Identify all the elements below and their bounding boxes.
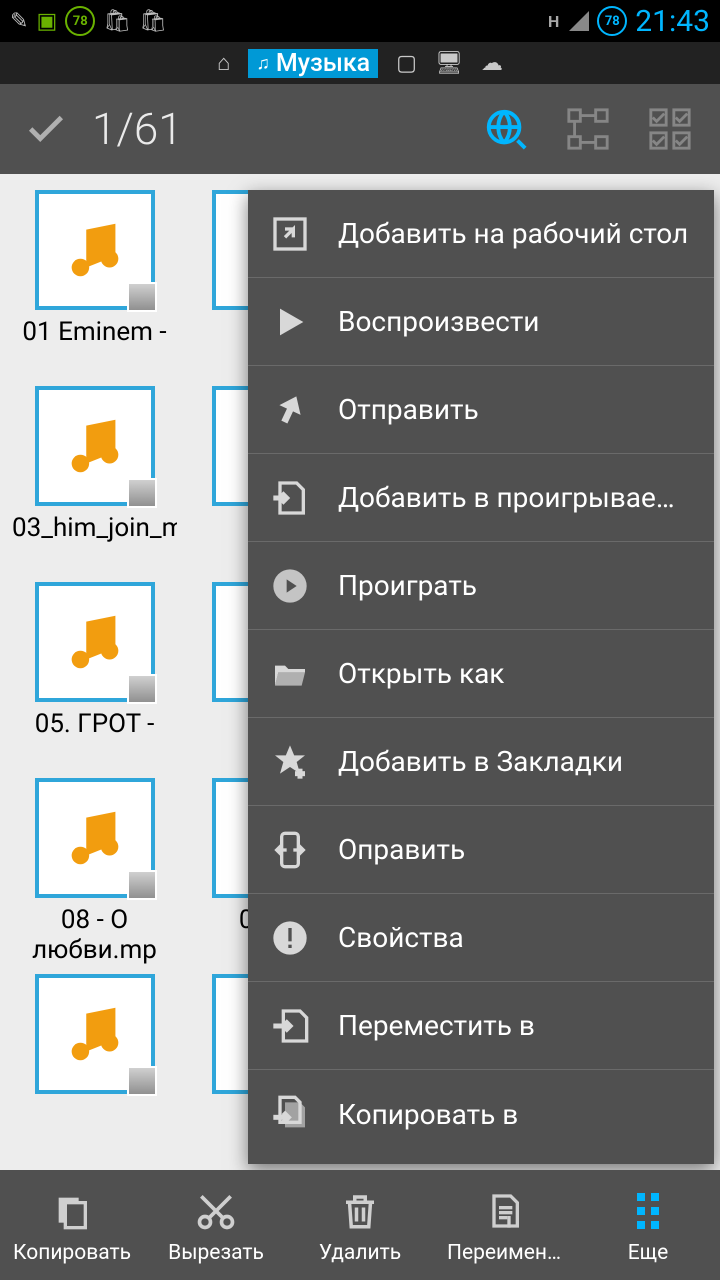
done-button[interactable] <box>18 101 74 157</box>
battery-blue-icon: 78 <box>597 6 627 36</box>
status-icon: ✎ <box>10 9 28 34</box>
file-item[interactable]: 05. ГРОТ - <box>8 582 181 772</box>
button-label: Еще <box>628 1241 669 1265</box>
menu-label: Добавить в Закладки <box>338 745 694 778</box>
menu-label: Добавить в проигрываемые <box>338 481 694 514</box>
tree-view-button[interactable] <box>556 97 620 161</box>
play-icon <box>268 300 312 344</box>
shopping-bag-icon: 🛍 <box>103 9 131 34</box>
menu-label: Воспроизвести <box>338 305 694 338</box>
move-icon <box>268 1004 312 1048</box>
button-label: Переимен… <box>447 1241 561 1265</box>
menu-label: Открыть как <box>338 657 694 690</box>
menu-move-to[interactable]: Переместить в <box>248 982 714 1070</box>
selection-bar: 1/61 <box>0 84 720 174</box>
menu-play[interactable]: Воспроизвести <box>248 278 714 366</box>
copy-to-icon <box>268 1092 312 1136</box>
trash-icon <box>339 1186 381 1236</box>
button-label: Вырезать <box>168 1241 264 1265</box>
menu-label: Отправить <box>338 393 694 426</box>
star-plus-icon <box>268 740 312 784</box>
folder-open-icon <box>268 652 312 696</box>
search-globe-button[interactable] <box>474 97 538 161</box>
info-icon <box>268 916 312 960</box>
copy-icon <box>52 1186 92 1236</box>
menu-label: Свойства <box>338 921 694 954</box>
add-to-playlist-icon <box>268 476 312 520</box>
menu-push[interactable]: Оправить <box>248 806 714 894</box>
computer-icon[interactable]: 🖥 <box>435 51 463 76</box>
button-label: Удалить <box>319 1241 401 1265</box>
menu-add-to-playing[interactable]: Добавить в проигрываемые <box>248 454 714 542</box>
copy-button[interactable]: Копировать <box>0 1186 144 1265</box>
delete-button[interactable]: Удалить <box>288 1186 432 1265</box>
battery-green-icon: 78 <box>65 6 95 36</box>
rename-button[interactable]: Переимен… <box>432 1186 576 1265</box>
menu-label: Оправить <box>338 833 694 866</box>
tab-music-label: Музыка <box>276 49 370 78</box>
rename-icon <box>484 1186 524 1236</box>
file-label: 05. ГРОТ - <box>35 710 155 772</box>
phone-arrows-icon <box>268 828 312 872</box>
menu-open-as[interactable]: Открыть как <box>248 630 714 718</box>
menu-label: Добавить на рабочий стол <box>338 217 694 250</box>
phone-icon[interactable]: ▢ <box>396 51 417 76</box>
scissors-icon <box>194 1186 238 1236</box>
nav-bar: ⌂ ♫ Музыка ▢ 🖥 ☁ <box>0 42 720 84</box>
cut-button[interactable]: Вырезать <box>144 1186 288 1265</box>
shopping-bag-icon: 🛍 <box>139 9 167 34</box>
file-item[interactable]: 01 Eminem - <box>8 190 181 380</box>
shortcut-icon <box>268 212 312 256</box>
menu-label: Проиграть <box>338 569 694 602</box>
network-type: H <box>548 12 559 31</box>
status-right: H 78 21:43 <box>548 4 710 39</box>
tab-music[interactable]: ♫ Музыка <box>248 49 378 78</box>
file-item[interactable]: 08 - О любви.mp <box>8 778 181 968</box>
button-label: Копировать <box>13 1241 131 1265</box>
menu-copy-to[interactable]: Копировать в <box>248 1070 714 1158</box>
home-icon[interactable]: ⌂ <box>217 50 230 76</box>
selection-count: 1/61 <box>92 103 183 155</box>
cloud-icon[interactable]: ☁ <box>481 51 503 76</box>
signal-icon <box>569 11 589 31</box>
menu-send[interactable]: Отправить <box>248 366 714 454</box>
bottom-bar: Копировать Вырезать Удалить Переимен… Ещ… <box>0 1170 720 1280</box>
menu-add-bookmark[interactable]: Добавить в Закладки <box>248 718 714 806</box>
file-label: 08 - О любви.mp <box>12 906 177 968</box>
share-icon <box>268 388 312 432</box>
menu-label: Переместить в <box>338 1009 694 1042</box>
select-all-button[interactable] <box>638 97 702 161</box>
file-item[interactable] <box>8 974 181 1094</box>
content-area: 01 Eminem - 01 03_him_join_me_in_ 03 05.… <box>0 174 720 1170</box>
more-icon <box>637 1186 659 1236</box>
clock: 21:43 <box>635 4 710 39</box>
more-button[interactable]: Еще <box>576 1186 720 1265</box>
menu-label: Копировать в <box>338 1098 694 1131</box>
status-left: ✎ ▣ 78 🛍 🛍 <box>10 6 167 36</box>
file-label: 01 Eminem - <box>22 318 166 380</box>
menu-properties[interactable]: Свойства <box>248 894 714 982</box>
context-menu: Добавить на рабочий стол Воспроизвести О… <box>248 190 714 1164</box>
status-bar: ✎ ▣ 78 🛍 🛍 H 78 21:43 <box>0 0 720 42</box>
status-icon: ▣ <box>36 9 57 34</box>
file-label: 03_him_join_me_in_ <box>12 514 177 576</box>
menu-add-to-desktop[interactable]: Добавить на рабочий стол <box>248 190 714 278</box>
music-note-icon: ♫ <box>256 53 270 74</box>
menu-play-now[interactable]: Проиграть <box>248 542 714 630</box>
file-item[interactable]: 03_him_join_me_in_ <box>8 386 181 576</box>
play-circle-icon <box>268 564 312 608</box>
